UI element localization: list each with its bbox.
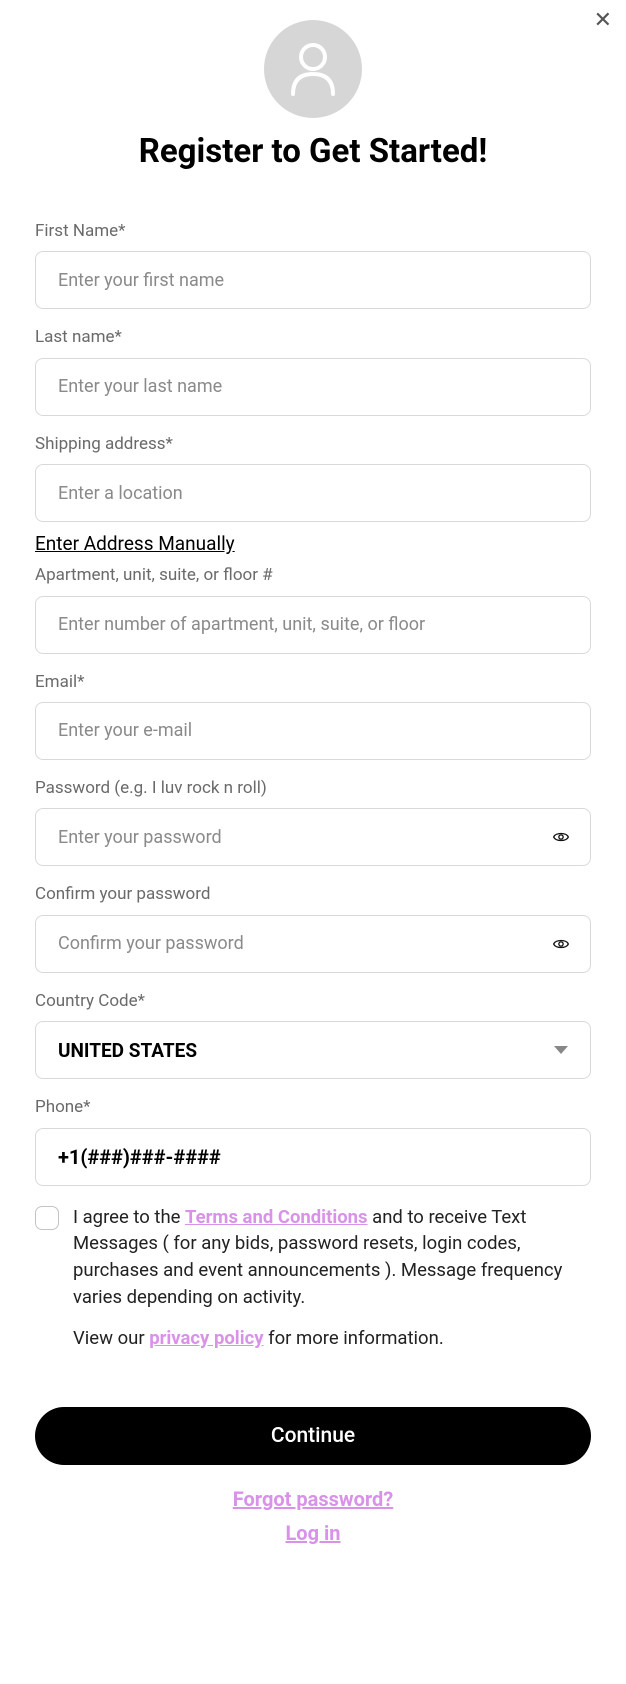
dialog-header: Register to Get Started! [0, 0, 626, 171]
last-name-input[interactable] [35, 358, 591, 416]
country-code-select[interactable]: UNITED STATES [35, 1021, 591, 1079]
dialog-title: Register to Get Started! [0, 132, 626, 171]
terms-link[interactable]: Terms and Conditions [185, 1206, 368, 1228]
email-input[interactable] [35, 702, 591, 760]
close-button[interactable]: ✕ [594, 10, 612, 32]
continue-button[interactable]: Continue [35, 1407, 591, 1465]
password-label: Password (e.g. I luv rock n roll) [35, 778, 591, 798]
consent-row: I agree to the Terms and Conditions and … [35, 1204, 591, 1311]
privacy-pre: View our [73, 1327, 149, 1349]
phone-label: Phone* [35, 1097, 591, 1117]
enter-address-manually-link[interactable]: Enter Address Manually [35, 532, 235, 555]
shipping-address-label: Shipping address* [35, 434, 591, 454]
log-in-link[interactable]: Log in [35, 1521, 591, 1545]
close-icon: ✕ [594, 8, 612, 33]
terms-checkbox[interactable] [35, 1206, 59, 1230]
password-input[interactable] [35, 808, 591, 866]
eye-icon [549, 936, 573, 952]
last-name-label: Last name* [35, 327, 591, 347]
privacy-post: for more information. [264, 1327, 444, 1349]
bottom-links: Forgot password? Log in [35, 1487, 591, 1545]
chevron-down-icon [554, 1046, 568, 1054]
confirm-password-input[interactable] [35, 915, 591, 973]
user-icon [288, 42, 338, 96]
apartment-label: Apartment, unit, suite, or floor # [35, 565, 591, 585]
phone-value: +1(###)###-#### [58, 1145, 221, 1169]
forgot-password-link[interactable]: Forgot password? [35, 1487, 591, 1511]
consent-text: I agree to the Terms and Conditions and … [73, 1204, 591, 1311]
country-code-label: Country Code* [35, 991, 591, 1011]
toggle-password-visibility[interactable] [549, 825, 573, 849]
eye-icon [549, 829, 573, 845]
country-code-value: UNITED STATES [58, 1039, 197, 1062]
apartment-input[interactable] [35, 596, 591, 654]
first-name-label: First Name* [35, 221, 591, 241]
phone-input[interactable]: +1(###)###-#### [35, 1128, 591, 1186]
shipping-address-input[interactable] [35, 464, 591, 522]
email-label: Email* [35, 672, 591, 692]
register-form: First Name* Last name* Shipping address*… [0, 171, 626, 1545]
first-name-input[interactable] [35, 251, 591, 309]
privacy-row: View our privacy policy for more informa… [73, 1327, 591, 1349]
privacy-policy-link[interactable]: privacy policy [149, 1327, 263, 1349]
toggle-confirm-visibility[interactable] [549, 932, 573, 956]
confirm-password-label: Confirm your password [35, 884, 591, 904]
consent-pre: I agree to the [73, 1206, 185, 1228]
avatar-placeholder [264, 20, 362, 118]
